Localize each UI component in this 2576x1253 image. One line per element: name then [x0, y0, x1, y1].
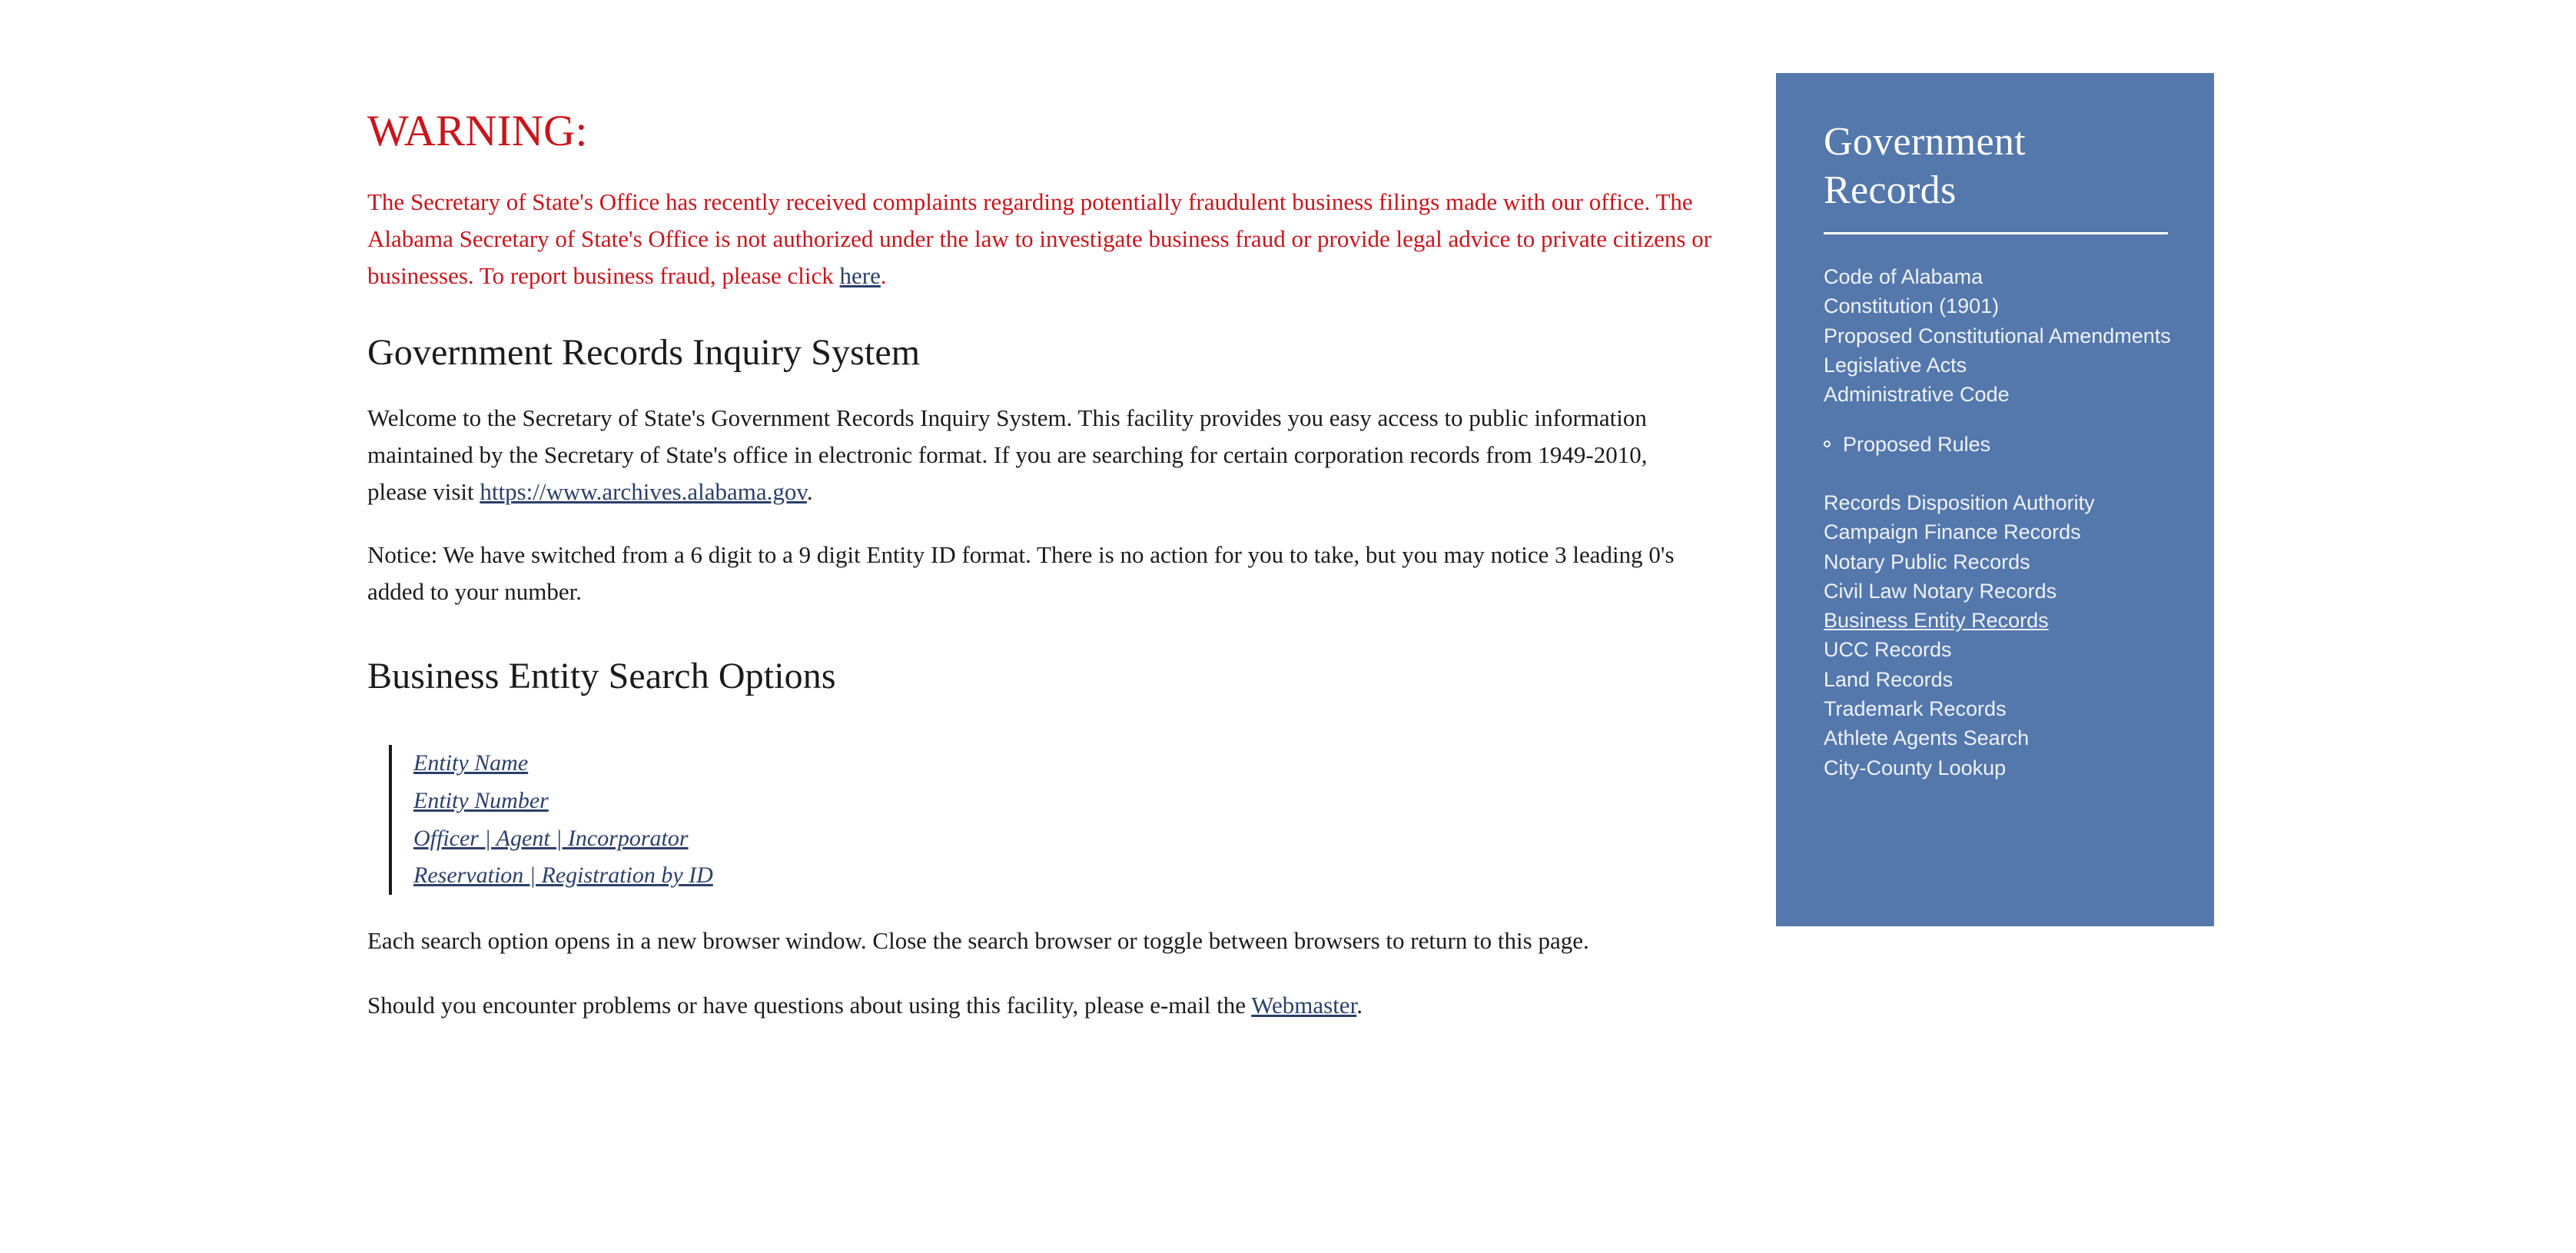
sidebar-item-ucc-records[interactable]: UCC Records: [1776, 635, 2214, 664]
search-option-entity-name[interactable]: Entity Name: [413, 745, 927, 783]
warning-text-after: .: [880, 261, 887, 289]
warning-body-paragraph: The Secretary of State's Office has rece…: [367, 156, 1743, 294]
sidebar-item-business-entity-records[interactable]: Business Entity Records: [1776, 606, 2214, 635]
sidebar-item-constitution-1901[interactable]: Constitution (1901): [1776, 291, 2214, 321]
search-options-heading: Business Entity Search Options: [367, 656, 836, 697]
sidebar-nav-group-rules: Proposed Rules: [1776, 410, 2214, 459]
inquiry-system-heading: Government Records Inquiry System: [367, 331, 921, 373]
sidebar-item-notary-public-records[interactable]: Notary Public Records: [1776, 547, 2214, 577]
report-fraud-here-link[interactable]: here: [840, 262, 881, 289]
sidebar-item-label: Proposed Rules: [1843, 432, 1991, 456]
sidebar-item-civil-law-notary-records[interactable]: Civil Law Notary Records: [1776, 577, 2214, 606]
sidebar-nav-group-primary: Code of Alabama Constitution (1901) Prop…: [1776, 234, 2214, 410]
sidebar-item-code-of-alabama[interactable]: Code of Alabama: [1776, 262, 2214, 291]
search-option-reservation-registration-by-id[interactable]: Reservation | Registration by ID: [413, 857, 927, 895]
government-records-sidebar: Government Records Code of Alabama Const…: [1776, 73, 2214, 926]
welcome-paragraph: Welcome to the Secretary of State's Gove…: [367, 374, 1705, 510]
sidebar-item-proposed-constitutional-amendments[interactable]: Proposed Constitutional Amendments: [1776, 321, 2214, 351]
main-content-column: WARNING: The Secretary of State's Office…: [367, 0, 1751, 1024]
sidebar-item-legislative-acts[interactable]: Legislative Acts: [1776, 351, 2214, 380]
sidebar-title: Government Records: [1824, 120, 2026, 213]
sidebar-nav-group-records: Records Disposition Authority Campaign F…: [1776, 459, 2214, 783]
webmaster-contact-paragraph: Should you encounter problems or have qu…: [367, 959, 1705, 1024]
entity-id-notice-paragraph: Notice: We have switched from a 6 digit …: [367, 541, 1675, 606]
sidebar-item-land-records[interactable]: Land Records: [1776, 665, 2214, 694]
search-options-list: Entity Name Entity Number Officer | Agen…: [389, 745, 927, 895]
search-option-entity-number[interactable]: Entity Number: [413, 783, 927, 820]
sidebar-item-athlete-agents-search[interactable]: Athlete Agents Search: [1776, 723, 2214, 753]
warning-text-before: The Secretary of State's Office has rece…: [367, 188, 1712, 289]
sidebar-item-city-county-lookup[interactable]: City-County Lookup: [1776, 753, 2214, 783]
sidebar-item-administrative-code[interactable]: Administrative Code: [1776, 380, 2214, 409]
sidebar-item-records-disposition-authority[interactable]: Records Disposition Authority: [1776, 488, 2214, 517]
hollow-circle-bullet-icon: [1824, 440, 1831, 447]
problems-text-before: Should you encounter problems or have qu…: [367, 991, 1252, 1019]
new-window-note-paragraph: Each search option opens in a new browse…: [367, 926, 1589, 954]
archives-alabama-link[interactable]: https://www.archives.alabama.gov: [480, 478, 807, 505]
warning-heading: WARNING:: [367, 107, 588, 155]
webmaster-email-link[interactable]: Webmaster: [1251, 992, 1356, 1019]
search-option-officer-agent-incorporator[interactable]: Officer | Agent | Incorporator: [413, 820, 927, 858]
sidebar-item-campaign-finance-records[interactable]: Campaign Finance Records: [1776, 517, 2214, 547]
problems-text-after: .: [1356, 991, 1363, 1019]
sidebar-item-proposed-rules[interactable]: Proposed Rules: [1776, 430, 2214, 459]
sidebar-item-trademark-records[interactable]: Trademark Records: [1776, 694, 2214, 723]
welcome-text-after: .: [806, 478, 813, 506]
